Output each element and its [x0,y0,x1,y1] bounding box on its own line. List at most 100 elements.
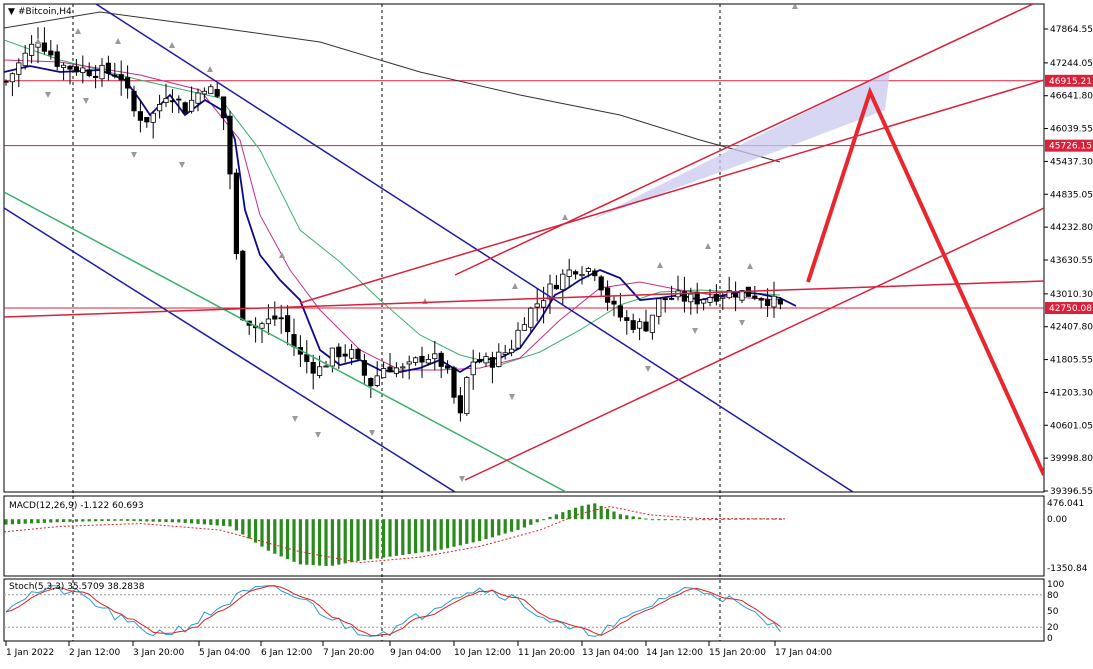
macd-bar [446,519,450,549]
candle-body [617,305,624,318]
candle-body [93,75,99,79]
candle-body [16,62,22,75]
candle-body [489,357,496,368]
macd-bar [177,519,181,523]
macd-bar [362,519,366,561]
macd-bar [458,519,462,546]
candle-body [502,352,508,355]
macd-bar [138,519,142,522]
time-tick-label: 1 Jan 2022 [6,648,54,658]
macd-bar [663,519,667,521]
price-tick-label: 45437.30 [1050,157,1093,167]
macd-bar [49,519,53,523]
macd-bar [369,519,373,560]
macd-bar [401,519,405,555]
candle-body [771,295,777,308]
candle-body [425,359,432,364]
time-tick-label: 17 Jan 04:00 [775,648,832,658]
macd-bar [388,519,392,557]
candle-body [310,362,316,374]
price-tag-label: 45726.15 [1049,142,1092,152]
candle-body [573,271,579,275]
macd-bar [30,519,34,524]
macd-bar [17,519,21,525]
macd-bar [337,519,341,565]
stoch-label: Stoch(5,3,3) 35.5709 38.2838 [9,582,145,592]
price-tag-label: 46915.21 [1049,77,1092,87]
macd-bar [484,519,488,540]
candle-body [220,96,227,119]
stoch-panel [3,578,1045,642]
macd-bar [273,519,277,554]
macd-bar [151,519,155,522]
macd-bar [55,519,59,523]
macd-bar [490,519,494,538]
chart-menu-icon[interactable]: ▼ [8,7,15,17]
candle-body [393,367,400,374]
macd-bar [599,505,603,520]
candle-body [701,299,707,304]
candle-body [316,366,323,376]
macd-bar [298,519,302,565]
time-tick-label: 6 Jan 12:00 [261,648,313,658]
macd-bar [682,519,686,521]
macd-bar [439,519,443,550]
candle-body [323,365,329,368]
price-tick-label: 46641.80 [1050,92,1093,102]
macd-bar [183,519,187,523]
candle-body [28,43,35,56]
candle-body [278,317,284,320]
candle-body [649,314,656,333]
candle-body [131,90,137,112]
price-tick-label: 39396.55 [1050,487,1093,497]
macd-bar [158,519,162,522]
symbol-title: #Bitcoin,H4 [18,7,72,17]
macd-bar [209,519,213,525]
macd-bar [222,519,226,526]
candle-body [80,67,86,73]
macd-bar [100,519,104,522]
price-tick-label: 47244.05 [1050,59,1093,69]
macd-bar [548,516,552,520]
candle-body [528,307,534,328]
candle-body [694,291,700,305]
macd-bar [119,519,123,521]
candle-body [227,115,233,175]
candle-body [112,74,118,77]
candle-body [361,360,368,376]
candle-body [284,315,291,333]
macd-bar [279,519,283,557]
macd-bar [81,519,85,522]
candle-body [86,69,92,77]
candle-body [201,90,207,95]
candle-body [195,92,201,104]
macd-bar [241,519,245,535]
candle-body [176,98,182,101]
candle-body [541,300,547,308]
candle-body [208,86,214,95]
macd-bar [68,519,72,522]
macd-bar [260,519,264,547]
macd-bar [516,519,520,530]
macd-tick-zero: 0.00 [1047,515,1067,525]
macd-tick-bottom: -1350.84 [1047,564,1088,574]
macd-bar [593,503,597,520]
stoch-tick-label: 20 [1047,623,1059,633]
candle-body [476,359,483,363]
price-tick-label: 44232.80 [1050,223,1093,233]
macd-bar [382,519,386,558]
price-tick-label: 46039.55 [1050,125,1093,135]
macd-bar [87,519,91,522]
trading-chart[interactable]: 47864.55 47244.05 46641.80 46039.55 45437.30… [0,0,1093,669]
macd-bar [356,519,360,562]
candle-body [291,334,297,348]
macd-bar [503,519,507,534]
candle-body [259,323,265,329]
candle-body [605,287,611,303]
macd-bar [580,505,584,520]
candle-body [336,346,342,358]
candle-body [470,361,476,376]
time-tick-label: 13 Jan 04:00 [582,648,639,658]
candle-body [643,321,649,332]
macd-bar [318,519,322,566]
